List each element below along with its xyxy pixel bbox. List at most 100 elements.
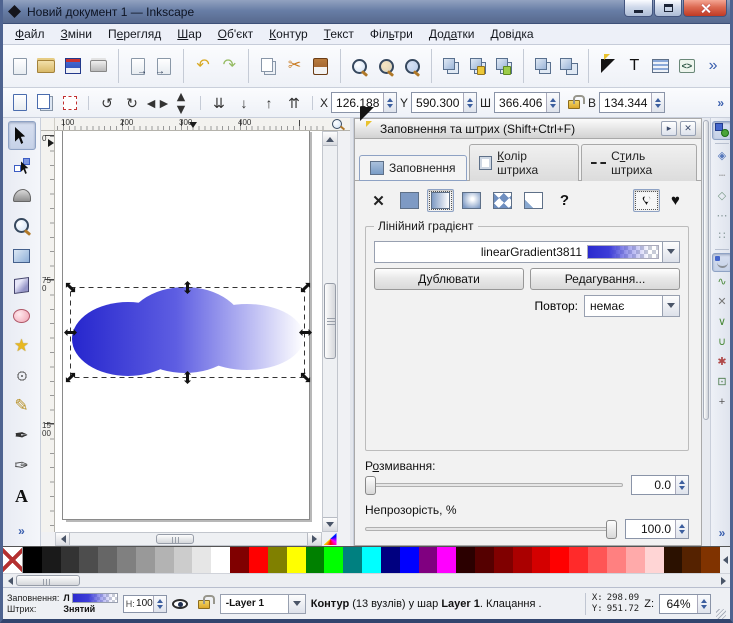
selection-handle[interactable] [299, 281, 312, 294]
redo-icon[interactable]: ↷ [218, 53, 240, 79]
snap-bbox-edge-mid-icon[interactable]: ⋯ [712, 207, 732, 226]
sticky-zoom-button[interactable] [324, 118, 350, 131]
scroll-right-button[interactable] [307, 533, 321, 545]
layer-dropdown-button[interactable] [288, 595, 305, 613]
commands-overflow-icon[interactable]: » [702, 53, 724, 79]
palette-swatch[interactable] [343, 547, 362, 573]
snap-enable-icon[interactable] [712, 121, 732, 140]
width-input[interactable]: 366.406 [494, 92, 560, 113]
opacity-slider[interactable] [365, 527, 617, 531]
palette-swatch[interactable] [513, 547, 532, 573]
copy-icon[interactable] [257, 53, 279, 79]
palette-swatch[interactable] [61, 547, 80, 573]
ungroup-icon[interactable] [558, 53, 580, 79]
width-spinner[interactable] [546, 93, 559, 112]
color-managed-icon[interactable] [324, 533, 337, 545]
palette-swatch[interactable] [588, 547, 607, 573]
selection-handle[interactable] [181, 281, 194, 294]
lower-to-bottom-icon[interactable]: ⇊ [208, 92, 230, 114]
palette-swatch[interactable] [437, 547, 456, 573]
palette-swatch[interactable] [230, 547, 249, 573]
paint-radial-gradient-button[interactable] [458, 189, 485, 212]
tab-stroke-color[interactable]: Колір штриха [469, 144, 579, 181]
menu-path[interactable]: Контур [261, 25, 315, 43]
palette-swatch[interactable] [324, 547, 343, 573]
tool-zoom[interactable] [8, 211, 36, 240]
palette-swatch[interactable] [23, 547, 42, 573]
new-document-icon[interactable] [9, 53, 31, 79]
paint-pattern-button[interactable] [489, 189, 516, 212]
height-spinner[interactable] [651, 93, 664, 112]
snap-paths-icon[interactable]: ∿ [712, 273, 732, 292]
palette-swatch[interactable] [155, 547, 174, 573]
gradient-select[interactable]: linearGradient3811 [374, 241, 680, 263]
palette-left-arrow-icon[interactable] [719, 556, 728, 564]
resize-grip[interactable] [716, 609, 726, 619]
palette-swatch[interactable] [475, 547, 494, 573]
blur-input[interactable]: 0.0 [631, 475, 689, 495]
palette-swatch[interactable] [626, 547, 645, 573]
palette-swatch[interactable] [682, 547, 701, 573]
palette-swatch[interactable] [456, 547, 475, 573]
opacity-input[interactable]: 100.0 [625, 519, 689, 539]
selection-handle[interactable] [64, 371, 77, 384]
tool-bezier[interactable]: ✒ [8, 421, 36, 450]
palette-swatch[interactable] [136, 547, 155, 573]
palette-swatch[interactable] [645, 547, 664, 573]
clone-icon[interactable] [467, 53, 489, 79]
toolbox-overflow-icon[interactable]: » [18, 524, 25, 538]
selection-handle[interactable] [181, 371, 194, 384]
menu-object[interactable]: Об'єкт [210, 25, 262, 43]
tool-calligraphy[interactable]: ✑ [8, 451, 36, 480]
canvas-viewport[interactable] [55, 131, 322, 532]
save-icon[interactable] [61, 53, 83, 79]
select-all-layers-icon[interactable] [34, 92, 56, 114]
cut-icon[interactable]: ✂ [284, 53, 306, 79]
palette-swatch[interactable] [42, 547, 61, 573]
menu-text[interactable]: Текст [316, 25, 362, 43]
horizontal-ruler[interactable]: 100200300400 [55, 118, 324, 131]
palette-swatch[interactable] [550, 547, 569, 573]
layer-lock-icon[interactable] [198, 600, 210, 609]
fill-stroke-indicator[interactable]: Заповнення: Л Штрих: Знятий [7, 593, 118, 614]
palette-swatch[interactable] [287, 547, 306, 573]
zoom-input[interactable]: 64% [659, 594, 711, 614]
layer-select[interactable]: -Layer 1 [220, 594, 306, 614]
palette-swatch[interactable] [532, 547, 551, 573]
palette-swatch[interactable] [117, 547, 136, 573]
palette-swatch[interactable] [607, 547, 626, 573]
selection-handle[interactable] [64, 281, 77, 294]
zoom-page-icon[interactable] [401, 53, 423, 79]
palette-swatch[interactable] [249, 547, 268, 573]
flip-horizontal-icon[interactable]: ◄► [146, 92, 168, 114]
y-input[interactable]: 590.300 [411, 92, 477, 113]
palette-swatch[interactable] [268, 547, 287, 573]
paint-unknown-button[interactable]: ? [551, 189, 578, 212]
selection-handle[interactable] [64, 326, 77, 339]
lower-icon[interactable]: ↓ [233, 92, 255, 114]
scroll-up-button[interactable] [323, 132, 337, 146]
x-spinner[interactable] [383, 93, 396, 112]
menu-extensions[interactable]: Додатки [421, 25, 483, 43]
snap-bbox-icon[interactable]: ◈ [712, 147, 732, 166]
palette-scrollbar[interactable] [3, 573, 730, 587]
dialog-float-button[interactable]: ▸ [661, 121, 677, 136]
layers-dialog-icon[interactable] [650, 53, 672, 79]
menu-file[interactable]: Файл [7, 25, 53, 43]
palette-swatch-none[interactable] [3, 547, 23, 573]
tool-spiral[interactable] [8, 361, 36, 390]
snap-cusp-nodes-icon[interactable]: ∨ [712, 313, 732, 332]
tool-star[interactable]: ★ [8, 331, 36, 360]
paint-flat-button[interactable] [396, 189, 423, 212]
edit-gradient-button[interactable]: Редагування... [530, 268, 680, 290]
minimize-button[interactable] [624, 0, 653, 17]
snap-object-centers-icon[interactable]: ⊡ [712, 373, 732, 392]
zoom-drawing-icon[interactable] [375, 53, 397, 79]
repeat-dropdown-button[interactable] [662, 296, 679, 316]
layer-visibility-icon[interactable] [172, 599, 188, 609]
tool-ellipse[interactable] [8, 301, 36, 330]
menu-help[interactable]: Довідка [482, 25, 541, 43]
height-input[interactable]: 134.344 [599, 92, 665, 113]
vertical-ruler[interactable]: 07501500 [41, 131, 55, 532]
horizontal-scroll-thumb[interactable] [156, 534, 194, 544]
